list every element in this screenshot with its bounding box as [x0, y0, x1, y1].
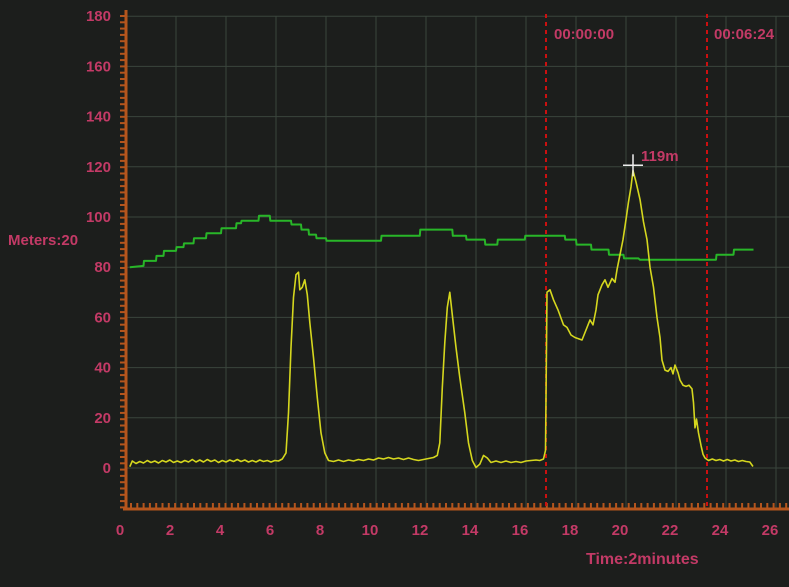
x-tick-label: 14: [462, 522, 479, 539]
y-tick-label: 40: [94, 360, 111, 377]
x-tick-label: 24: [712, 522, 729, 539]
x-tick-label: 8: [316, 522, 324, 539]
cursor-end-time-label: 00:06:24: [714, 26, 774, 43]
y-tick-label: 60: [94, 309, 111, 326]
y-tick-label: 140: [86, 109, 111, 126]
y-tick-label: 100: [86, 209, 111, 226]
plot-area[interactable]: 0204060801001201401601800246810121416182…: [0, 0, 789, 587]
dive-profile-chart: 0204060801001201401601800246810121416182…: [0, 0, 789, 587]
x-tick-label: 4: [216, 522, 225, 539]
y-tick-label: 120: [86, 159, 111, 176]
y-tick-label: 180: [86, 8, 111, 25]
x-tick-label: 16: [512, 522, 529, 539]
x-tick-label: 26: [762, 522, 779, 539]
peak-depth-label: 119m: [641, 148, 679, 165]
x-tick-label: 12: [412, 522, 429, 539]
y-axis-title: Meters:20: [8, 232, 78, 249]
series-depth-yellow: [130, 171, 753, 468]
x-tick-label: 18: [562, 522, 579, 539]
y-tick-label: 160: [86, 58, 111, 75]
series-ceiling-green: [130, 216, 754, 268]
y-tick-label: 0: [103, 460, 111, 477]
x-tick-label: 2: [166, 522, 174, 539]
y-tick-label: 80: [94, 259, 111, 276]
x-tick-label: 0: [116, 522, 124, 539]
x-tick-label: 22: [662, 522, 679, 539]
y-tick-label: 20: [94, 410, 111, 427]
x-axis-title: Time:2minutes: [586, 551, 699, 569]
x-tick-label: 20: [612, 522, 629, 539]
x-tick-label: 10: [362, 522, 379, 539]
cursor-start-time-label: 00:00:00: [554, 26, 614, 43]
x-tick-label: 6: [266, 522, 274, 539]
